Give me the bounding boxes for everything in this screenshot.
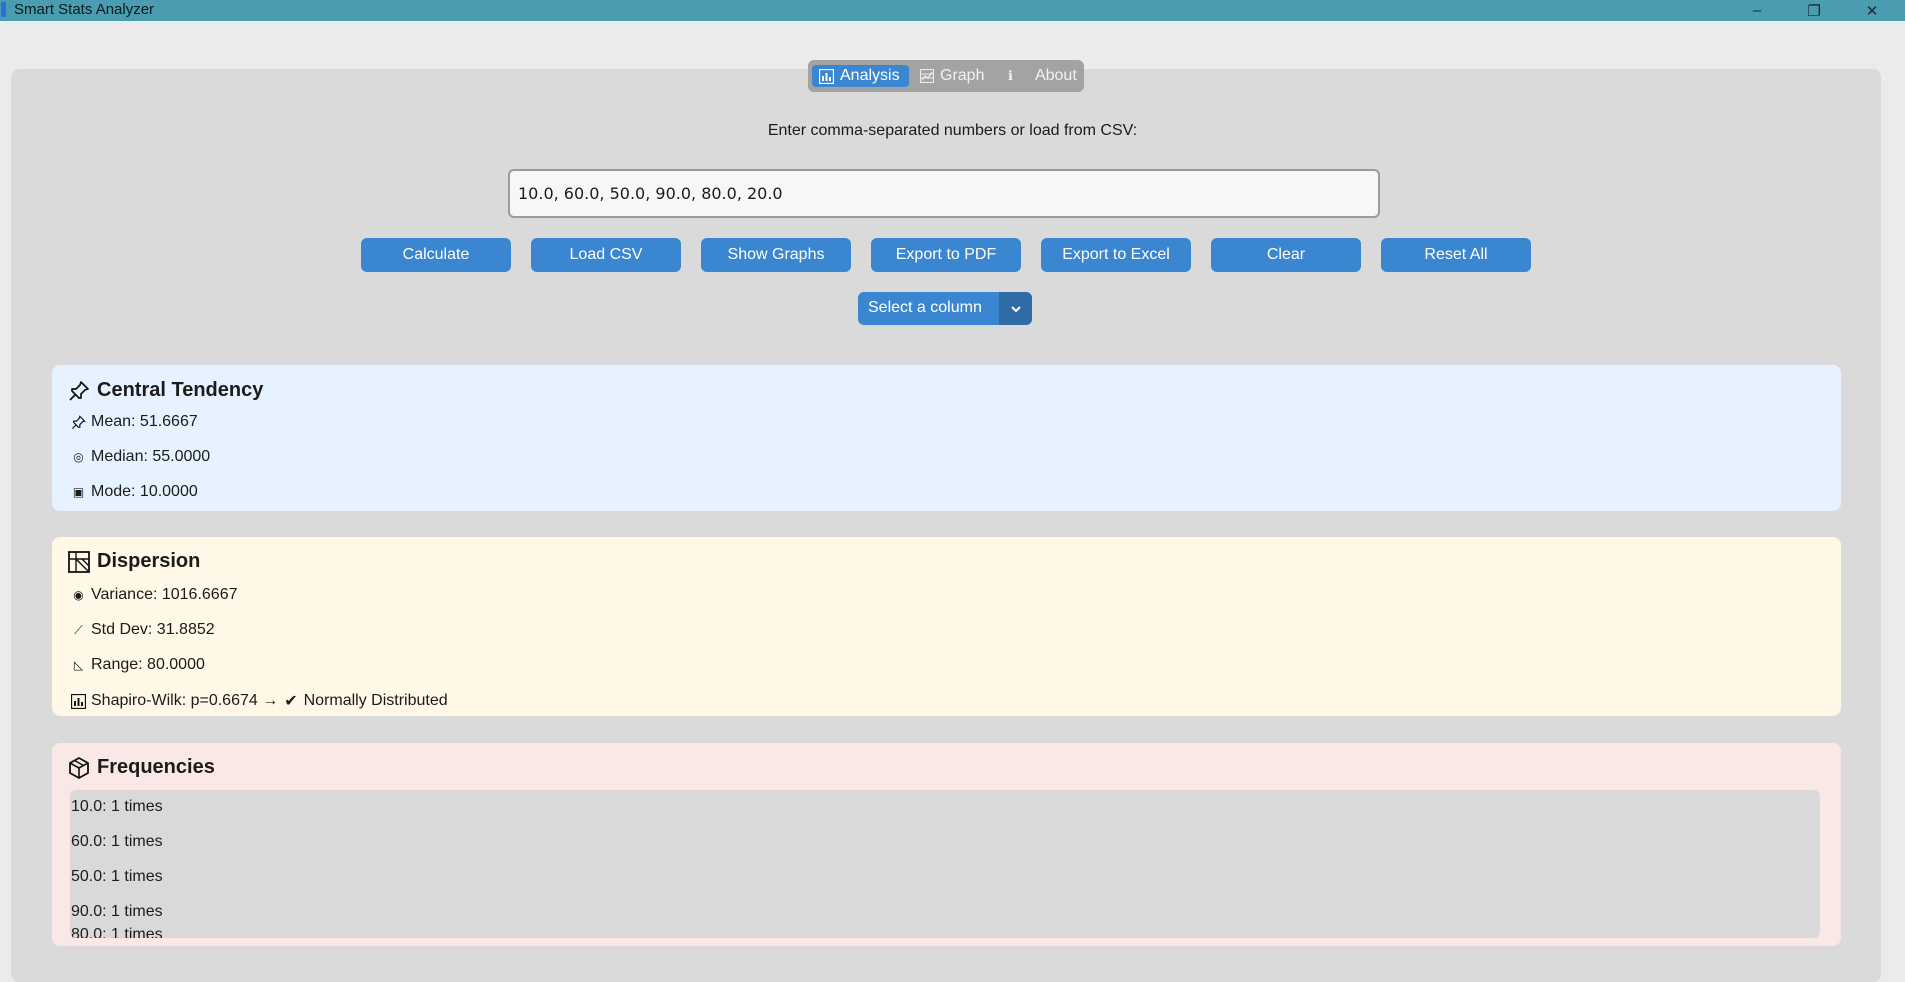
maximize-button[interactable]: ❐ xyxy=(1791,0,1837,21)
mode-row: ▣ Mode: 10.0000 xyxy=(71,483,198,501)
dispersion-title: Dispersion xyxy=(97,550,201,572)
mean-row: Mean: 51.6667 xyxy=(71,413,198,431)
frequencies-card: Frequencies 10.0: 1 times 60.0: 1 times … xyxy=(52,743,1841,946)
tab-analysis[interactable]: Analysis xyxy=(812,65,909,87)
tab-about[interactable]: ℹ About xyxy=(1002,65,1082,87)
reset-all-button[interactable]: Reset All xyxy=(1381,238,1531,272)
box-icon: ▣ xyxy=(72,485,85,499)
normality-result: Normally Distributed xyxy=(303,692,448,709)
column-select[interactable]: Select a column xyxy=(858,292,1032,325)
box-icon xyxy=(69,756,89,779)
median-row: ◎ Median: 55.0000 xyxy=(71,448,210,466)
window-title: Smart Stats Analyzer xyxy=(14,1,155,18)
clear-button[interactable]: Clear xyxy=(1211,238,1361,272)
graph-icon xyxy=(920,69,934,83)
frequencies-heading: Frequencies xyxy=(68,756,215,779)
list-item: 90.0: 1 times xyxy=(71,903,163,920)
frequencies-title: Frequencies xyxy=(97,756,215,778)
target-icon: ◎ xyxy=(73,450,84,464)
std-dev-value: Std Dev: 31.8852 xyxy=(91,621,215,638)
median-value: Median: 55.0000 xyxy=(91,448,211,465)
bar-chart-icon xyxy=(819,68,834,84)
dispersion-icon xyxy=(68,550,90,573)
dispersion-card: Dispersion ◉ Variance: 1016.6667 ⟋ Std D… xyxy=(52,537,1841,716)
tab-about-label: About xyxy=(1034,67,1077,84)
load-csv-button[interactable]: Load CSV xyxy=(531,238,681,272)
close-button[interactable]: ✕ xyxy=(1849,0,1895,21)
tab-graph[interactable]: Graph xyxy=(920,65,998,87)
tab-graph-label: Graph xyxy=(940,67,985,84)
std-dev-row: ⟋ Std Dev: 31.8852 xyxy=(71,621,215,639)
bar-chart-icon xyxy=(71,693,86,709)
spiral-icon: ◉ xyxy=(73,588,84,602)
checkmark-icon: ✔ xyxy=(284,693,298,710)
input-prompt: Enter comma-separated numbers or load fr… xyxy=(767,122,1138,139)
mode-value: Mode: 10.0000 xyxy=(91,483,198,500)
export-excel-button[interactable]: Export to Excel xyxy=(1041,238,1191,272)
numbers-input[interactable] xyxy=(508,169,1380,218)
column-select-value: Select a column xyxy=(868,299,982,316)
shapiro-wilk-value: Shapiro-Wilk: p=0.6674 → xyxy=(91,692,279,709)
range-value: Range: 80.0000 xyxy=(91,656,205,673)
central-tendency-card: Central Tendency Mean: 51.6667 ◎ Median:… xyxy=(52,365,1841,511)
show-graphs-button[interactable]: Show Graphs xyxy=(701,238,851,272)
shapiro-row: Shapiro-Wilk: p=0.6674 → ✔ Normally Dist… xyxy=(71,691,448,711)
chevron-down-icon[interactable] xyxy=(999,292,1032,325)
dispersion-heading: Dispersion xyxy=(68,550,200,573)
variance-row: ◉ Variance: 1016.6667 xyxy=(71,586,237,604)
calculate-button[interactable]: Calculate xyxy=(361,238,511,272)
range-row: ◺ Range: 80.0000 xyxy=(71,656,205,674)
central-tendency-title: Central Tendency xyxy=(97,379,264,401)
ruler-icon: ⟋ xyxy=(74,622,83,637)
app-icon xyxy=(1,2,6,17)
frequencies-list[interactable]: 10.0: 1 times 60.0: 1 times 50.0: 1 time… xyxy=(70,790,1820,938)
title-bar: Smart Stats Analyzer – ❐ ✕ xyxy=(0,0,1905,21)
variance-value: Variance: 1016.6667 xyxy=(91,586,238,603)
list-item: 50.0: 1 times xyxy=(71,868,163,885)
minimize-button[interactable]: – xyxy=(1734,0,1780,21)
central-tendency-heading: Central Tendency xyxy=(68,379,263,402)
mean-value: Mean: 51.6667 xyxy=(91,413,198,430)
tab-bar: Analysis Graph ℹ About xyxy=(808,60,1084,92)
pushpin-icon xyxy=(69,380,89,401)
export-pdf-button[interactable]: Export to PDF xyxy=(871,238,1021,272)
tab-analysis-label: Analysis xyxy=(840,67,900,84)
info-icon: ℹ xyxy=(1008,68,1013,83)
list-item: 10.0: 1 times xyxy=(71,798,163,815)
list-item: 80.0: 1 times xyxy=(71,926,163,938)
pushpin-icon xyxy=(71,414,86,430)
list-item: 60.0: 1 times xyxy=(71,833,163,850)
triangle-ruler-icon: ◺ xyxy=(73,658,84,672)
